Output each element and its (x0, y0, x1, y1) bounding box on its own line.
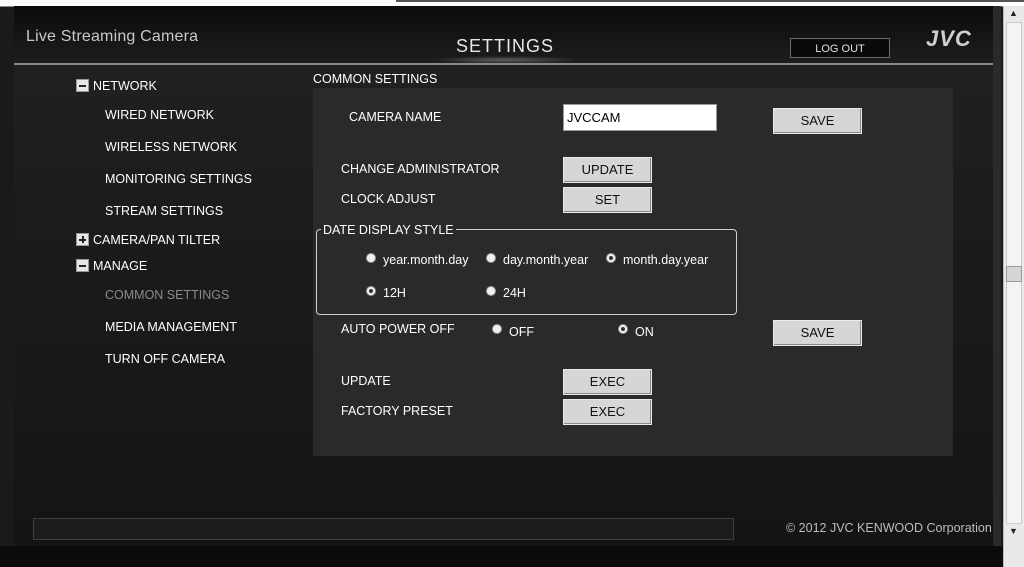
expand-icon[interactable] (76, 233, 89, 246)
clock-adjust-label: CLOCK ADJUST (341, 192, 436, 206)
radio-label-on: ON (635, 325, 654, 339)
jvc-logo: JVC (926, 26, 972, 51)
radio-day-month-year[interactable] (486, 253, 496, 263)
scroll-up-arrow-icon[interactable]: ▲ (1006, 6, 1021, 20)
sidebar-item-wireless-network[interactable]: WIRELESS NETWORK (105, 140, 237, 154)
auto-power-off-save-button[interactable]: SAVE (773, 320, 862, 346)
scrollbar-thumb[interactable] (1006, 266, 1022, 282)
camera-name-label: CAMERA NAME (349, 110, 442, 124)
radio-label-24h: 24H (503, 286, 526, 300)
radio-label-year-month-day: year.month.day (383, 253, 469, 267)
page-title: SETTINGS (456, 36, 555, 56)
radio-24h[interactable] (486, 286, 496, 296)
change-administrator-label: CHANGE ADMINISTRATOR (341, 162, 500, 176)
radio-label-day-month-year: day.month.year (503, 253, 589, 267)
scroll-down-arrow-icon[interactable]: ▼ (1006, 524, 1021, 538)
radio-label-month-day-year: month.day.year (623, 253, 709, 267)
sidebar-item-stream-settings[interactable]: STREAM SETTINGS (105, 204, 223, 218)
sidebar-item-turn-off-camera[interactable]: TURN OFF CAMERA (105, 352, 225, 366)
auto-power-off-label: AUTO POWER OFF (341, 322, 455, 336)
radio-12h[interactable] (366, 286, 376, 296)
sidebar-group-camera-pan-tilter[interactable]: CAMERA/PAN TILTER (93, 233, 220, 247)
sidebar-group-manage[interactable]: MANAGE (93, 259, 147, 273)
radio-month-day-year[interactable] (606, 253, 616, 263)
header-divider (14, 63, 993, 65)
update-administrator-button[interactable]: UPDATE (563, 157, 652, 183)
camera-name-input[interactable] (563, 104, 717, 131)
factory-preset-label: FACTORY PRESET (341, 404, 453, 418)
date-display-style-title: DATE DISPLAY STYLE (321, 223, 456, 237)
status-bar (33, 518, 734, 540)
sidebar-item-media-management[interactable]: MEDIA MANAGEMENT (105, 320, 237, 334)
update-label: UPDATE (341, 374, 391, 388)
radio-power-off-on[interactable] (618, 324, 628, 334)
radio-year-month-day[interactable] (366, 253, 376, 263)
sidebar-item-common-settings[interactable]: COMMON SETTINGS (105, 288, 229, 302)
sidebar-item-monitoring-settings[interactable]: MONITORING SETTINGS (105, 172, 252, 186)
radio-label-off: OFF (509, 325, 534, 339)
radio-power-off-off[interactable] (492, 324, 502, 334)
copyright-text: © 2012 JVC KENWOOD Corporation (786, 521, 992, 535)
section-title: COMMON SETTINGS (313, 72, 438, 86)
bottom-bar (0, 546, 1003, 567)
window-frame (993, 6, 1001, 546)
camera-name-save-button[interactable]: SAVE (773, 108, 862, 134)
date-display-style-group (316, 229, 737, 315)
collapse-icon[interactable] (76, 79, 89, 92)
clock-adjust-set-button[interactable]: SET (563, 187, 652, 213)
logout-button[interactable]: LOG OUT (790, 38, 890, 58)
sidebar-group-network[interactable]: NETWORK (93, 79, 157, 93)
collapse-icon[interactable] (76, 259, 89, 272)
sidebar-item-wired-network[interactable]: WIRED NETWORK (105, 108, 214, 122)
app-title: Live Streaming Camera (26, 28, 199, 45)
factory-preset-exec-button[interactable]: EXEC (563, 399, 652, 425)
update-exec-button[interactable]: EXEC (563, 369, 652, 395)
radio-label-12h: 12H (383, 286, 406, 300)
